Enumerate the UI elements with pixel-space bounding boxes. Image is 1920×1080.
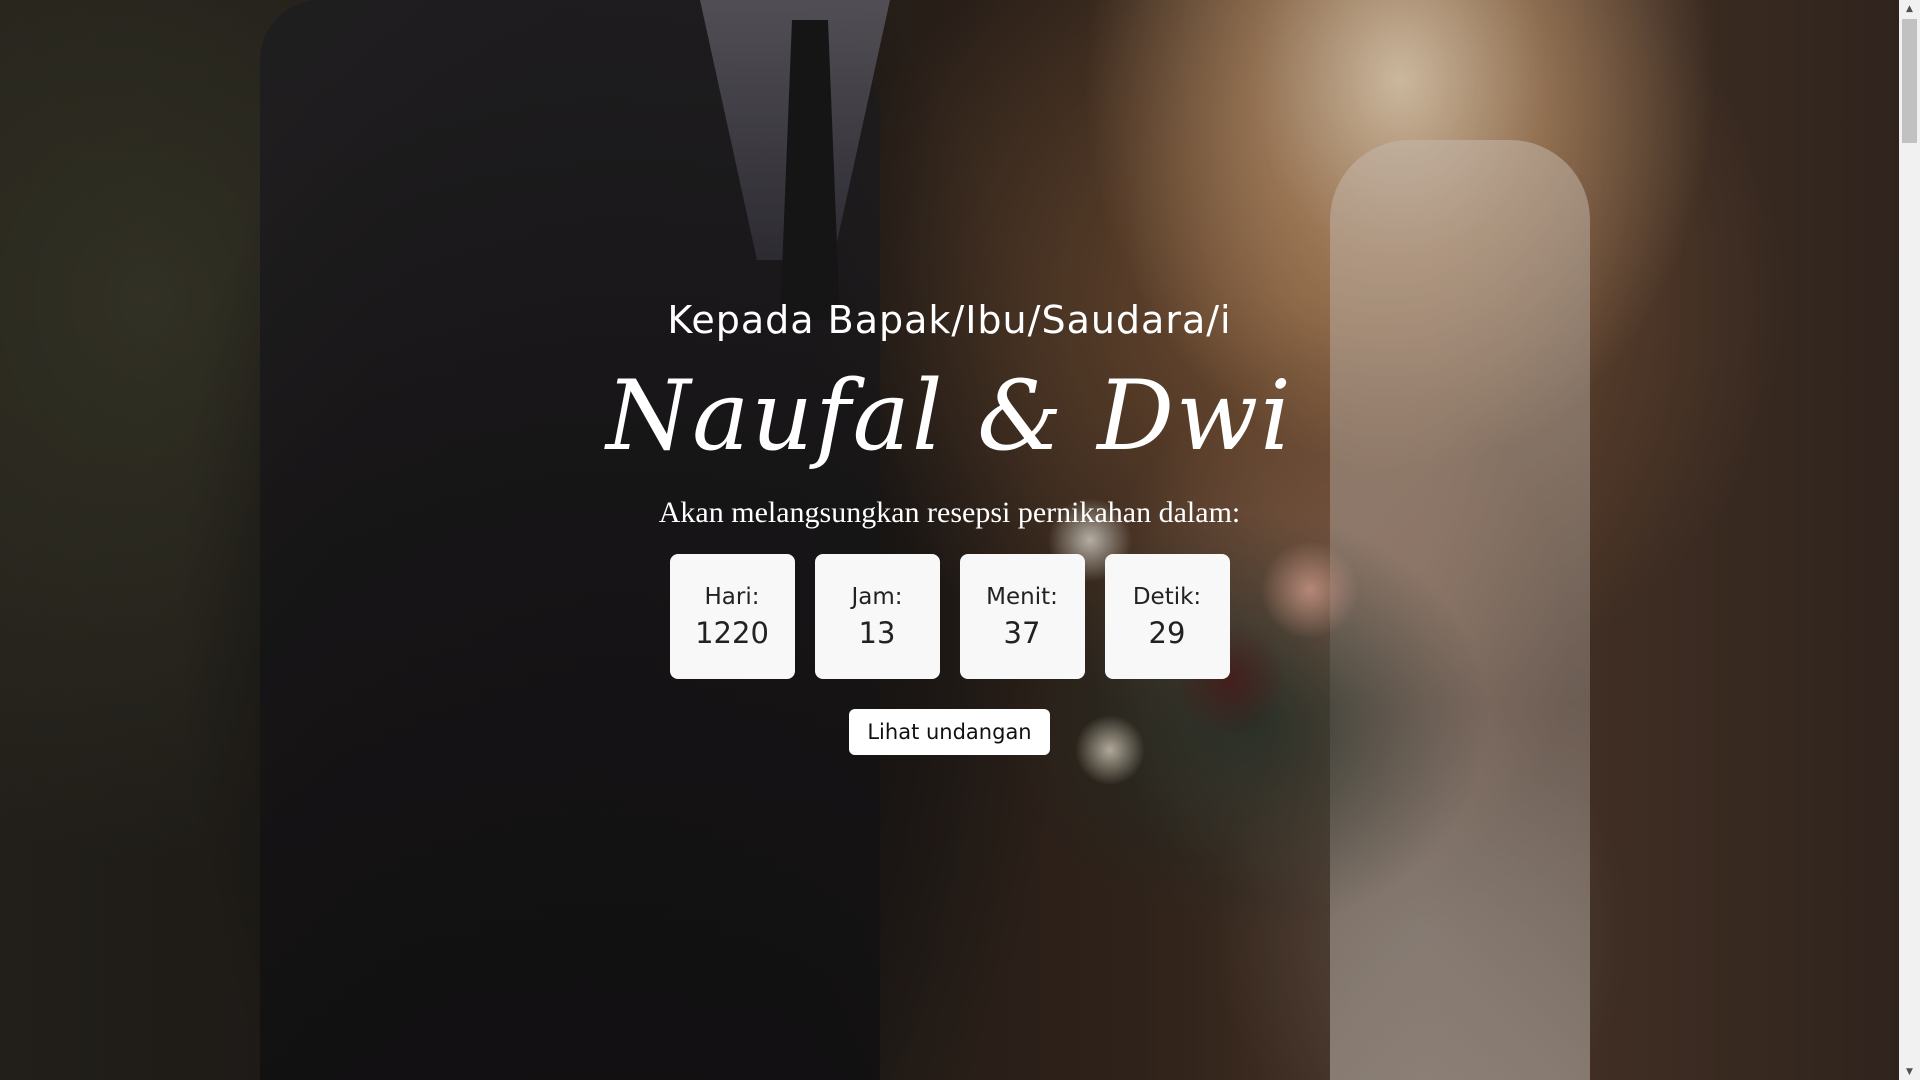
countdown-seconds-label: Detik:: [1132, 583, 1202, 610]
countdown-hours-label: Jam:: [851, 583, 903, 610]
open-invitation-button[interactable]: Lihat undangan: [849, 709, 1050, 755]
greeting-text: Kepada Bapak/Ibu/Saudara/i: [667, 298, 1232, 342]
countdown-minutes-label: Menit:: [986, 583, 1058, 610]
countdown-minutes: Menit: 37: [959, 554, 1085, 679]
countdown-days-value: 1220: [695, 615, 769, 650]
countdown-hours: Jam: 13: [814, 554, 940, 679]
countdown-intro: Akan melangsungkan resepsi pernikahan da…: [658, 496, 1241, 529]
page: Kepada Bapak/Ibu/Saudara/i Naufal & Dwi …: [0, 0, 1920, 1080]
countdown-days-label: Hari:: [704, 583, 760, 610]
chevron-up-icon[interactable]: ▲: [1899, 0, 1920, 17]
couple-names: Naufal & Dwi: [606, 360, 1293, 472]
vertical-scrollbar[interactable]: ▲ ▼: [1899, 0, 1920, 1080]
countdown-hours-value: 13: [858, 615, 896, 650]
hero-content: Kepada Bapak/Ibu/Saudara/i Naufal & Dwi …: [0, 0, 1899, 1080]
countdown-minutes-value: 37: [1003, 615, 1041, 650]
countdown-timer: Hari: 1220 Jam: 13 Menit: 37 Detik: 29: [669, 554, 1230, 679]
chevron-down-icon[interactable]: ▼: [1899, 1063, 1920, 1080]
countdown-days: Hari: 1220: [669, 554, 795, 679]
scrollbar-thumb[interactable]: [1902, 19, 1917, 143]
countdown-seconds: Detik: 29: [1104, 554, 1230, 679]
countdown-seconds-value: 29: [1148, 615, 1186, 650]
